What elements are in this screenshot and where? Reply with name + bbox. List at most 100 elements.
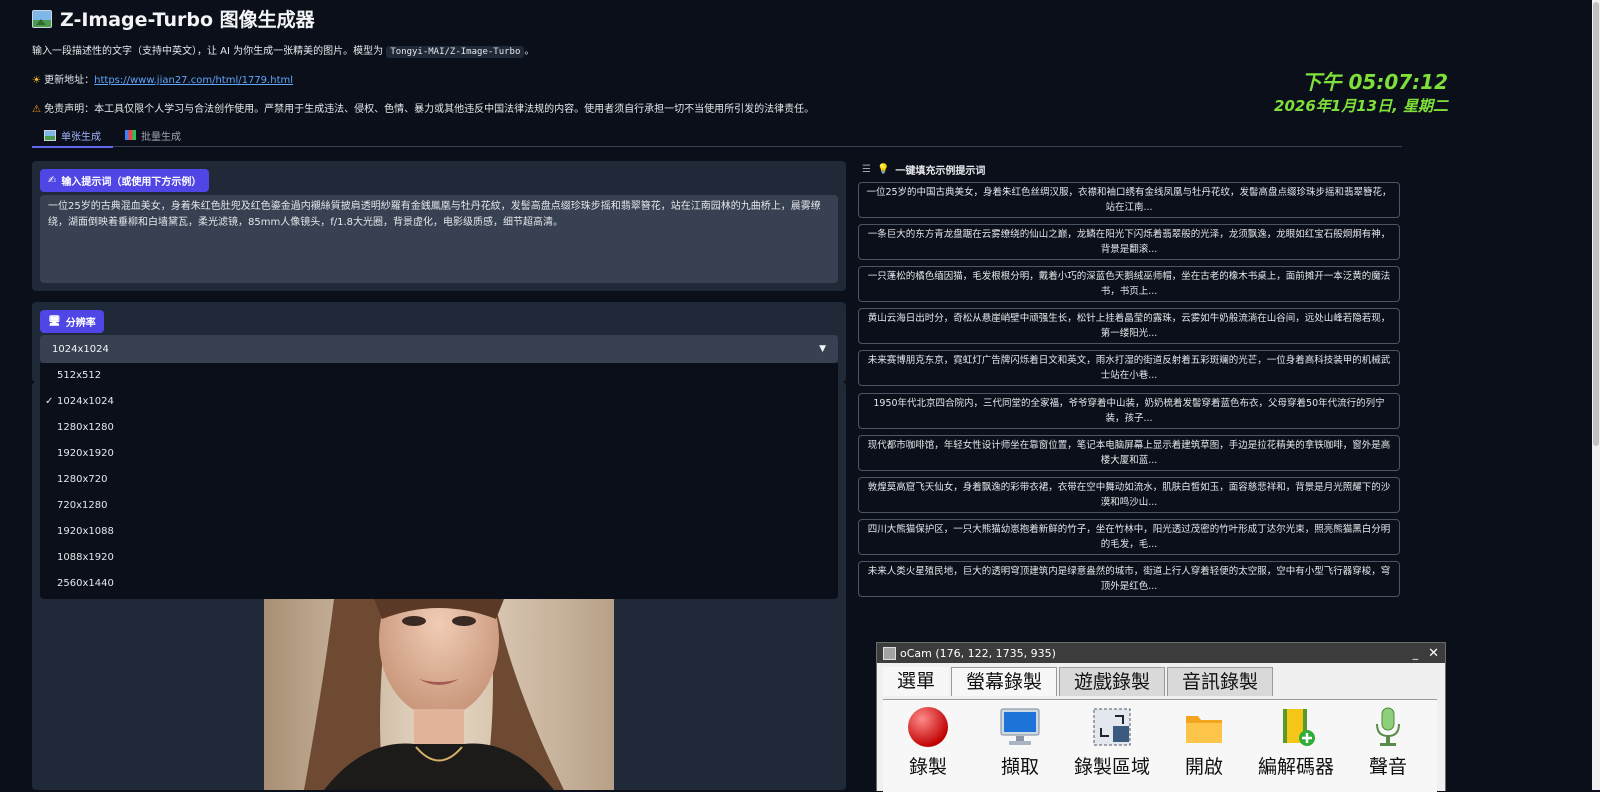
- list-icon: ☰: [862, 164, 871, 175]
- example-prompt-button[interactable]: 未来赛博朋克东京，霓虹灯广告牌闪烁着日文和英文，雨水打湿的街道反射着五彩斑斓的光…: [858, 350, 1400, 386]
- resolution-select[interactable]: 1024x1024 ▼: [40, 335, 838, 363]
- ocam-open-button[interactable]: 開啟: [1159, 700, 1249, 779]
- ocam-logo-icon: [883, 646, 896, 660]
- ocam-codec-label: 編解碼器: [1257, 756, 1334, 778]
- example-prompt-button[interactable]: 现代都市咖啡馆，年轻女性设计师坐在靠窗位置，笔记本电脑屏幕上显示着建筑草图，手边…: [858, 435, 1400, 471]
- clock-date: 2026年1月13日, 星期二: [1274, 97, 1448, 115]
- monitor-icon: [999, 706, 1041, 748]
- resolution-option-label: 720x1280: [57, 500, 108, 511]
- resolution-option[interactable]: 720x1280: [40, 493, 838, 519]
- picture-icon: [32, 9, 52, 28]
- resolution-option[interactable]: 1088x1920: [40, 545, 838, 571]
- resolution-option[interactable]: 1920x1920: [40, 441, 838, 467]
- page-title-text: Z-Image-Turbo 图像生成器: [60, 9, 315, 31]
- resolution-option[interactable]: 512x512: [40, 363, 838, 389]
- ocam-title: oCam (176, 122, 1735, 935): [900, 646, 1056, 660]
- resolution-label: 🖥 分辨率: [40, 310, 104, 333]
- page-title: Z-Image-Turbo 图像生成器: [32, 5, 315, 32]
- minimize-icon[interactable]: _: [1413, 647, 1419, 660]
- resolution-dropdown: 512x512 ✓ 1024x1024 1280x1280 1920x1920 1280x…: [40, 363, 838, 599]
- resolution-option[interactable]: ✓ 1024x1024: [40, 389, 838, 415]
- resolution-option-label: 2560x1440: [57, 578, 114, 589]
- example-prompt-button[interactable]: 1950年代北京四合院内，三代同堂的全家福，爷爷穿着中山装，奶奶梳着发髻穿着蓝色…: [858, 393, 1400, 429]
- resolution-option-label: 512x512: [57, 370, 102, 381]
- examples-heading: ☰ 💡 一键填充示例提示词: [862, 162, 985, 177]
- lightbulb-icon: 💡: [876, 164, 890, 175]
- ocam-record-area-button[interactable]: 錄製區域: [1067, 700, 1157, 779]
- example-prompt-button[interactable]: 黄山云海日出时分，奇松从悬崖峭壁中顽强生长，松针上挂着晶莹的露珠，云雾如牛奶般流…: [858, 308, 1400, 344]
- example-prompt-button[interactable]: 四川大熊猫保护区，一只大熊猫幼崽抱着新鲜的竹子，坐在竹林中，阳光透过茂密的竹叶形…: [858, 519, 1400, 555]
- folder-icon: [1183, 706, 1225, 748]
- disclaimer-text: 免责声明：本工具仅限个人学习与合法创作使用。严禁用于生成违法、侵权、色情、暴力或…: [44, 104, 815, 115]
- ocam-record-button[interactable]: 錄製: [883, 700, 973, 779]
- warning-icon: ⚠: [32, 104, 41, 115]
- prompt-label-text: 输入提示词（或使用下方示例）: [61, 177, 202, 188]
- resolution-option-label: 1280x1280: [57, 422, 114, 433]
- examples-heading-text: 一键填充示例提示词: [895, 166, 986, 177]
- ocam-open-label: 開啟: [1184, 756, 1223, 778]
- clock: 下午 05:07:12 2026年1月13日, 星期二: [1274, 66, 1448, 116]
- tab-single[interactable]: 单张生成: [32, 124, 113, 148]
- description: 输入一段描述性的文字（支持中英文），让 AI 为你生成一张精美的图片。模型为 T…: [32, 42, 535, 58]
- disclaimer: ⚠ 免责声明：本工具仅限个人学习与合法创作使用。严禁用于生成违法、侵权、色情、暴…: [32, 100, 814, 115]
- ocam-sound-button[interactable]: 聲音: [1343, 700, 1433, 779]
- update-line: ☀ 更新地址：https://www.jian27.com/html/1779.…: [32, 71, 293, 86]
- resolution-option-label: 1024x1024: [57, 396, 114, 407]
- codec-film-icon: [1275, 706, 1317, 748]
- ocam-tabs: 選單 螢幕錄製 遊戲錄製 音訊錄製: [883, 667, 1275, 696]
- resolution-option[interactable]: 2560x1440: [40, 571, 838, 597]
- record-icon: [907, 706, 949, 748]
- example-prompt-button[interactable]: 一只蓬松的橘色缅因猫，毛发根根分明，戴着小巧的深蓝色天鹅绒巫师帽，坐在古老的橡木…: [858, 266, 1400, 302]
- resolution-option-label: 1920x1920: [57, 448, 114, 459]
- ocam-window: oCam (176, 122, 1735, 935) _ ✕ 選單 螢幕錄製 遊…: [876, 642, 1446, 792]
- ocam-capture-label: 擷取: [1000, 756, 1039, 778]
- ocam-sound-label: 聲音: [1368, 756, 1407, 778]
- example-prompt-button[interactable]: 一条巨大的东方青龙盘踞在云雾缭绕的仙山之巅，龙鳞在阳光下闪烁着翡翠般的光泽，龙须…: [858, 224, 1400, 260]
- close-icon[interactable]: ✕: [1428, 646, 1439, 661]
- resolution-label-text: 分辨率: [65, 318, 96, 329]
- ocam-tab-audio-record[interactable]: 音訊錄製: [1167, 667, 1274, 696]
- resolution-option-label: 1920x1088: [57, 526, 114, 537]
- microphone-icon: [1367, 706, 1409, 748]
- sun-icon: ☀: [32, 75, 41, 86]
- update-link[interactable]: https://www.jian27.com/html/1779.html: [94, 75, 293, 86]
- example-prompt-button[interactable]: 未来人类火星殖民地，巨大的透明穹顶建筑内是绿意盎然的城市，街道上行人穿着轻便的太…: [858, 561, 1400, 597]
- model-name: Tongyi-MAI/Z-Image-Turbo: [386, 46, 525, 58]
- ocam-toolbar: 錄製 擷取 錄製區域 開啟 編解碼器 聲音: [883, 699, 1437, 792]
- resolution-option[interactable]: 1280x1280: [40, 415, 838, 441]
- clock-time: 下午 05:07:12: [1301, 70, 1448, 94]
- ocam-codec-button[interactable]: 編解碼器: [1251, 700, 1341, 779]
- chevron-down-icon: ▼: [819, 344, 826, 354]
- resolution-option-label: 1088x1920: [57, 552, 114, 563]
- checkmark-icon: ✓: [45, 396, 54, 407]
- resolution-option[interactable]: 1280x720: [40, 467, 838, 493]
- example-prompt-button[interactable]: 一位25岁的中国古典美女，身着朱红色丝绸汉服，衣襟和袖口绣有金线凤凰与牡丹花纹，…: [858, 182, 1400, 218]
- tab-batch-label: 批量生成: [141, 131, 181, 143]
- monitor-icon: 🖥: [48, 316, 61, 327]
- resolution-option-label: 1280x720: [57, 474, 108, 485]
- picture-icon: [44, 129, 56, 141]
- description-text: 输入一段描述性的文字（支持中英文），让 AI 为你生成一张精美的图片。模型为: [32, 46, 387, 57]
- ocam-tab-game-record[interactable]: 遊戲錄製: [1059, 667, 1166, 696]
- prompt-textarea[interactable]: 一位25岁的古典混血美女，身着朱红色肚兜及红色鎏金過内襯絲質披肩透明紗羅有金銭鳳…: [40, 195, 838, 283]
- prompt-label: ✍ 输入提示词（或使用下方示例）: [40, 169, 210, 192]
- tab-batch[interactable]: 批量生成: [113, 124, 193, 146]
- ocam-tab-screen-record[interactable]: 螢幕錄製: [951, 667, 1058, 696]
- ocam-record-label: 錄製: [908, 756, 947, 778]
- mode-tabs: 单张生成 批量生成: [32, 124, 1402, 148]
- books-icon: [125, 130, 136, 140]
- scrollbar-thumb[interactable]: [1593, 2, 1599, 446]
- ocam-record-area-label: 錄製區域: [1073, 756, 1150, 778]
- resolution-option[interactable]: 1920x1088: [40, 519, 838, 545]
- resize-area-icon: [1091, 706, 1133, 748]
- example-prompt-button[interactable]: 敦煌莫高窟飞天仙女，身着飘逸的彩带衣裙，衣带在空中舞动如流水，肌肤白皙如玉，面容…: [858, 477, 1400, 513]
- writing-hand-icon: ✍: [48, 175, 57, 186]
- update-label: 更新地址：: [44, 75, 95, 86]
- generated-image: [264, 599, 614, 790]
- resolution-selected: 1024x1024: [52, 343, 109, 355]
- ocam-tab-menu[interactable]: 選單: [883, 667, 950, 696]
- tab-single-label: 单张生成: [61, 131, 101, 143]
- ocam-capture-button[interactable]: 擷取: [975, 700, 1065, 779]
- ocam-titlebar[interactable]: oCam (176, 122, 1735, 935) _ ✕: [877, 643, 1445, 663]
- description-suffix: 。: [524, 46, 535, 57]
